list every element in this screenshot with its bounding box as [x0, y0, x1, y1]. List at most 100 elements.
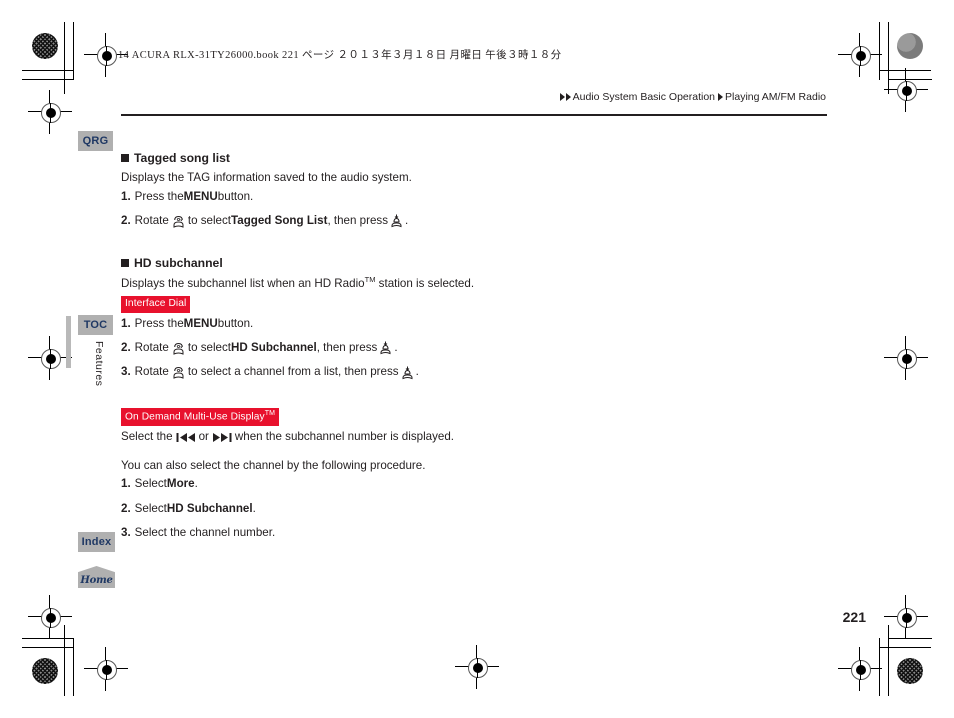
- step-number: 2.: [121, 214, 131, 228]
- step-number: 2.: [121, 340, 131, 354]
- crop-mark-line: [64, 22, 66, 94]
- trademark-symbol: TM: [264, 410, 276, 418]
- triangle-right-icon: [565, 93, 571, 101]
- page-content: Tagged song list Displays the TAG inform…: [121, 150, 821, 545]
- sidebar-tab-qrg[interactable]: QRG: [78, 131, 113, 151]
- step-item: 1. Press the MENU button.: [121, 316, 821, 332]
- breadcrumb-level2[interactable]: Playing AM/FM Radio: [725, 91, 826, 103]
- crop-mark-line: [22, 70, 74, 72]
- crop-mark-line: [73, 22, 75, 80]
- registration-mark: [838, 647, 882, 691]
- step-text-period: .: [415, 365, 419, 379]
- square-bullet-icon: [121, 154, 129, 162]
- step-number: 3.: [121, 526, 131, 540]
- badge-interface-dial: Interface Dial: [121, 296, 191, 313]
- step-number: 1.: [121, 477, 131, 491]
- triangle-right-icon: [718, 93, 724, 101]
- step-text-pre: Rotate: [134, 214, 169, 228]
- page-number: 221: [842, 609, 866, 625]
- step-item: 2. Rotate to select Tagged Song List , t…: [121, 213, 821, 229]
- step-text-pre: Select: [134, 501, 167, 515]
- registration-mark: [884, 68, 928, 112]
- step-number: 3.: [121, 365, 131, 379]
- step-item: 3. Select the channel number.: [121, 525, 821, 541]
- halftone-dot-bottom-right: [897, 658, 923, 684]
- step-text-emphasis: HD Subchannel: [166, 501, 253, 515]
- step-item: 2. Rotate to select HD Subchannel , then…: [121, 340, 821, 356]
- header-rule: [121, 114, 827, 116]
- trademark-symbol: TM: [364, 275, 376, 285]
- section-heading-text: Tagged song list: [134, 151, 230, 165]
- step-item: 3. Rotate to select a channel from a lis…: [121, 364, 821, 380]
- sidebar-tab-index[interactable]: Index: [78, 532, 115, 552]
- step-text-emphasis: MENU: [183, 316, 218, 330]
- step-item: 2. Select HD Subchannel .: [121, 501, 821, 517]
- halftone-dot-bottom-left: [32, 658, 58, 684]
- section-heading-text: HD subchannel: [134, 255, 223, 270]
- step-item: 1. Press the MENU button.: [121, 189, 821, 205]
- step-text-post: .: [252, 501, 256, 515]
- badge-on-demand-multi-use-display: On Demand Multi-Use DisplayTM: [121, 407, 280, 427]
- sidebar-tab-toc[interactable]: TOC: [78, 315, 113, 335]
- rotate-dial-icon: [171, 215, 186, 228]
- step-text-pre: Rotate: [134, 365, 169, 379]
- breadcrumb: Audio System Basic Operation Playing AM/…: [559, 91, 827, 103]
- rotate-dial-icon: [171, 366, 186, 379]
- step-number: 1.: [121, 316, 131, 330]
- step-text-mid: to select: [187, 340, 232, 354]
- step-text-pre: Rotate: [134, 340, 169, 354]
- square-bullet-icon: [121, 258, 129, 267]
- step-text-pre: Select: [134, 477, 167, 491]
- odmd-text-mid: or: [198, 430, 209, 444]
- halftone-dot-top-left: [32, 33, 58, 59]
- section-heading-tagged-song-list: Tagged song list: [121, 150, 821, 167]
- odmd-instruction: Select the or when the subchannel number…: [121, 429, 821, 445]
- crop-mark-line: [22, 79, 74, 81]
- registration-mark: [838, 33, 882, 77]
- step-text-post: button.: [217, 189, 254, 203]
- section-accent-bar: [66, 316, 71, 368]
- next-track-icon[interactable]: [212, 432, 232, 443]
- crop-mark-line: [22, 647, 74, 649]
- step-text-emphasis: MENU: [183, 189, 218, 203]
- step-text-emphasis: Tagged Song List: [231, 214, 328, 228]
- badge-label: On Demand Multi-Use Display: [125, 411, 265, 423]
- sidebar-button-home[interactable]: Home: [78, 566, 115, 588]
- section-description-pre: Displays the subchannel list when an HD …: [121, 276, 365, 290]
- step-text-period: .: [394, 340, 398, 354]
- breadcrumb-level1[interactable]: Audio System Basic Operation: [573, 91, 715, 103]
- step-text-pre: Press the: [134, 316, 184, 330]
- home-button-label: Home: [80, 575, 113, 586]
- section-description: Displays the TAG information saved to th…: [121, 171, 412, 185]
- print-job-header: 14 ACURA RLX-31TY26000.book 221 ページ ２０１３…: [118, 50, 562, 61]
- registration-mark: [28, 595, 72, 639]
- section-description: Displays the subchannel list when an HD …: [121, 275, 821, 292]
- registration-mark-center-bottom: [455, 645, 499, 689]
- press-dial-icon: [401, 366, 414, 380]
- step-text-mid: to select a channel from a list, then pr…: [187, 365, 399, 379]
- registration-mark: [884, 595, 928, 639]
- step-item: 1. Select More .: [121, 476, 821, 492]
- section-description-post: station is selected.: [375, 276, 475, 290]
- section-label-features: Features: [93, 341, 105, 387]
- step-text-pre: Press the: [134, 189, 184, 203]
- step-text-pre: Select the channel number.: [134, 526, 276, 540]
- triangle-right-icon: [559, 93, 565, 101]
- registration-mark: [884, 336, 928, 380]
- step-text-post: , then press: [316, 340, 378, 354]
- rotate-dial-icon: [171, 342, 186, 355]
- alternate-procedure-intro: You can also select the channel by the f…: [121, 458, 426, 472]
- step-text-period: .: [405, 214, 409, 228]
- step-text-emphasis: More: [166, 477, 195, 491]
- step-text-mid: to select: [187, 214, 232, 228]
- previous-track-icon[interactable]: [176, 432, 196, 443]
- step-text-post: , then press: [327, 214, 389, 228]
- registration-mark: [84, 647, 128, 691]
- step-text-post: button.: [217, 316, 254, 330]
- halftone-dot-top-right: [897, 33, 923, 59]
- step-number: 2.: [121, 501, 131, 515]
- step-text-post: .: [194, 477, 198, 491]
- registration-mark: [28, 90, 72, 134]
- odmd-text-post: when the subchannel number is displayed.: [234, 430, 455, 444]
- step-text-emphasis: HD Subchannel: [231, 340, 317, 354]
